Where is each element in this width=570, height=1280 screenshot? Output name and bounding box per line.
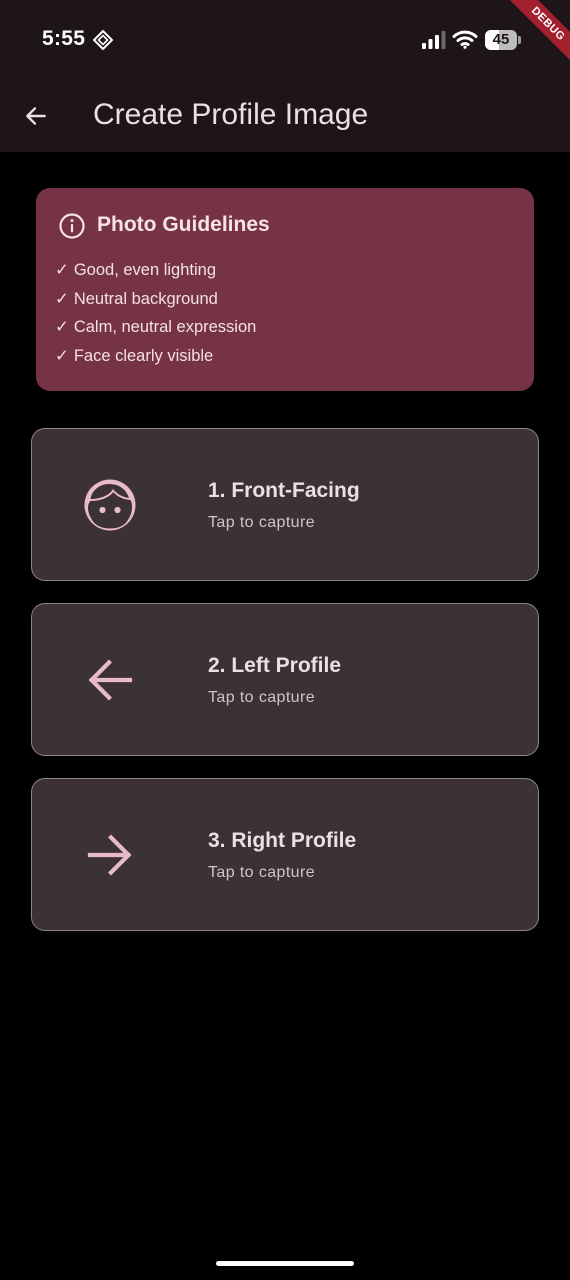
front-facing-capture-card[interactable]: 1. Front-Facing Tap to capture (31, 428, 539, 581)
arrow-left-icon (88, 659, 133, 701)
check-icon: ✓ (55, 261, 69, 279)
wifi-icon (452, 30, 478, 49)
card-subtitle: Tap to capture (208, 689, 315, 706)
right-profile-capture-card[interactable]: 3. Right Profile Tap to capture (31, 778, 539, 931)
status-time: 5:55 (42, 27, 86, 50)
guideline-item: ✓ Neutral background (55, 287, 256, 316)
guideline-item: ✓ Good, even lighting (55, 258, 256, 287)
card-title: 2. Left Profile (208, 654, 342, 677)
check-icon: ✓ (55, 346, 69, 365)
focus-mode-icon (93, 30, 113, 50)
arrow-back-icon (26, 107, 46, 125)
page-title: Create Profile Image (93, 98, 369, 131)
check-icon: ✓ (55, 318, 69, 336)
guideline-text: Good, even lighting (73, 261, 217, 279)
battery-tip (518, 36, 521, 44)
app-bar: Create Profile Image (0, 80, 570, 152)
info-icon (59, 213, 85, 239)
back-button[interactable] (16, 96, 56, 136)
card-subtitle: Tap to capture (208, 864, 315, 881)
card-title: 3. Right Profile (208, 829, 357, 852)
guideline-text: Neutral background (73, 289, 218, 308)
face-icon (84, 479, 136, 531)
guideline-text: Calm, neutral expression (73, 318, 257, 336)
cellular-signal-icon (422, 31, 446, 49)
status-bar: 5:55 45 DEBUG (0, 0, 570, 80)
left-profile-capture-card[interactable]: 2. Left Profile Tap to capture (31, 603, 539, 756)
guidelines-title: Photo Guidelines (97, 213, 270, 236)
arrow-right-icon (87, 834, 132, 876)
guideline-text: Face clearly visible (73, 346, 214, 365)
card-subtitle: Tap to capture (208, 514, 315, 531)
guidelines-list: ✓ Good, even lighting ✓ Neutral background… (55, 258, 256, 372)
battery-body: 45 (485, 30, 517, 50)
guideline-item: ✓ Calm, neutral expression (55, 315, 256, 344)
battery-indicator: 45 (485, 30, 521, 50)
home-indicator[interactable] (216, 1261, 354, 1266)
guideline-item: ✓ Face clearly visible (55, 344, 256, 373)
check-icon: ✓ (55, 289, 69, 308)
battery-percent: 45 (492, 31, 510, 48)
card-title: 1. Front-Facing (208, 479, 360, 502)
photo-guidelines-card: Photo Guidelines ✓ Good, even lighting ✓ N… (36, 188, 534, 391)
